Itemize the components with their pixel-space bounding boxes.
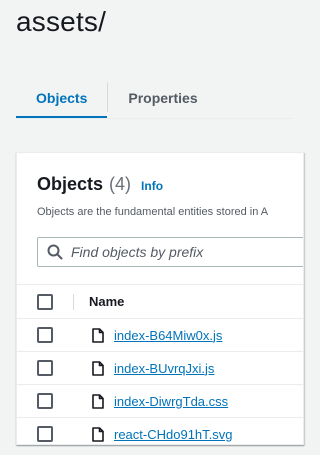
tab-objects[interactable]: Objects	[16, 76, 108, 119]
objects-table: Name index-B64Miw0x.js index-BUvrqJxi.js	[17, 284, 303, 444]
column-divider	[73, 293, 74, 310]
row-checkbox[interactable]	[37, 327, 53, 343]
table-row: index-B64Miw0x.js	[17, 318, 303, 351]
table-row: react-CHdo91hT.svg	[17, 417, 303, 444]
row-checkbox[interactable]	[37, 393, 53, 409]
objects-description: Objects are the fundamental entities sto…	[37, 206, 269, 218]
page-title: assets/	[16, 6, 107, 37]
file-icon	[91, 426, 105, 442]
column-header-name[interactable]: Name	[89, 294, 124, 309]
file-icon	[91, 327, 105, 343]
tab-bar: Objects Properties	[16, 76, 294, 119]
objects-panel-header: Objects (4) Info	[37, 174, 163, 195]
objects-count: (4)	[109, 174, 132, 194]
search-input[interactable]	[71, 244, 301, 260]
object-name-link[interactable]: react-CHdo91hT.svg	[114, 427, 233, 442]
search-icon	[47, 244, 63, 260]
object-name-link[interactable]: index-DiwrgTda.css	[114, 394, 228, 409]
search-box	[37, 237, 303, 267]
tab-properties[interactable]: Properties	[108, 76, 217, 119]
row-checkbox[interactable]	[37, 360, 53, 376]
table-header-row: Name	[17, 284, 303, 318]
file-icon	[91, 360, 105, 376]
object-name-link[interactable]: index-BUvrqJxi.js	[114, 361, 214, 376]
table-row: index-BUvrqJxi.js	[17, 351, 303, 384]
table-row: index-DiwrgTda.css	[17, 384, 303, 417]
objects-panel-title: Objects	[37, 174, 104, 194]
info-link[interactable]: Info	[141, 179, 163, 193]
file-icon	[91, 393, 105, 409]
row-checkbox[interactable]	[37, 426, 53, 442]
objects-panel: Objects (4) Info Objects are the fundame…	[16, 152, 304, 445]
tabs-border	[16, 118, 294, 119]
select-all-checkbox[interactable]	[37, 293, 53, 310]
object-name-link[interactable]: index-B64Miw0x.js	[114, 328, 222, 343]
